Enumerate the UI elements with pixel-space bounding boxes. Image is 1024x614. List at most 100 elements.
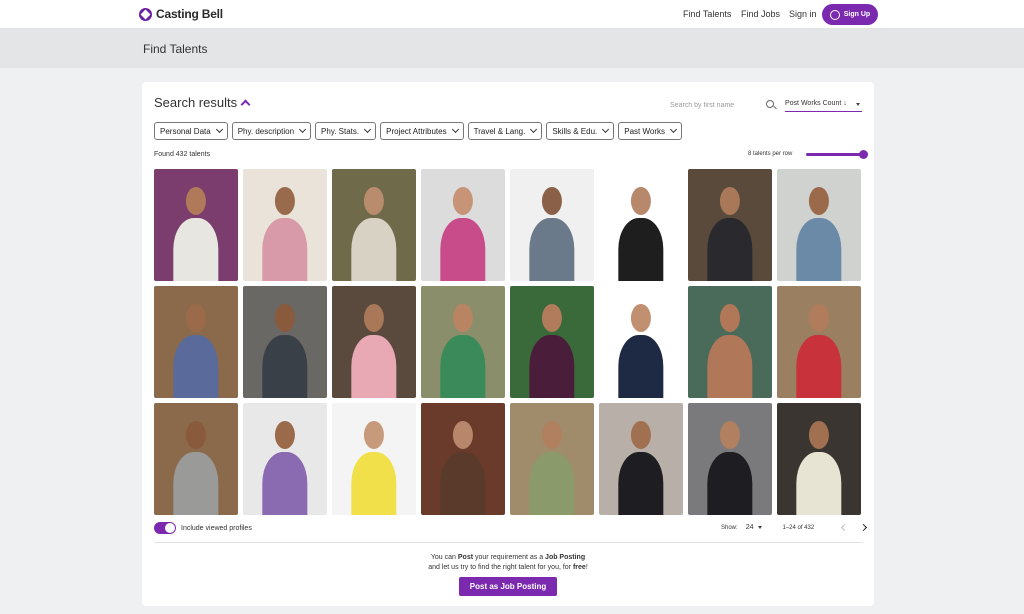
nav-find-jobs[interactable]: Find Jobs bbox=[741, 9, 780, 19]
person-figure bbox=[707, 335, 753, 398]
talent-photo-card[interactable] bbox=[332, 403, 416, 515]
filter-label: Past Works bbox=[624, 126, 665, 136]
sort-select[interactable]: Post Works Count ↓ bbox=[785, 98, 862, 112]
chevron-down-icon bbox=[298, 125, 307, 134]
talent-photo-card[interactable] bbox=[243, 169, 327, 281]
divider bbox=[154, 542, 863, 543]
person-figure bbox=[618, 452, 664, 515]
chevron-down-icon bbox=[669, 125, 678, 134]
search-results-title: Search results bbox=[154, 95, 238, 110]
talent-photo-card[interactable] bbox=[777, 169, 861, 281]
page-title: Find Talents bbox=[143, 42, 208, 56]
person-head bbox=[719, 303, 741, 332]
filter-dropdown[interactable]: Past Works bbox=[618, 122, 682, 140]
talent-photo-card[interactable] bbox=[599, 169, 683, 281]
filter-dropdown[interactable]: Project Attributes bbox=[380, 122, 464, 140]
search-icon[interactable] bbox=[766, 100, 774, 108]
page-size-select[interactable]: 24 bbox=[746, 524, 763, 531]
talent-photo-card[interactable] bbox=[243, 286, 327, 398]
talent-photo-card[interactable] bbox=[777, 286, 861, 398]
post-as-job-posting-button[interactable]: Post as Job Posting bbox=[459, 577, 557, 596]
prompt-text: your requirement as a bbox=[473, 554, 546, 561]
chevron-down-icon bbox=[451, 125, 459, 134]
filter-dropdown[interactable]: Travel & Lang. bbox=[467, 122, 543, 140]
talent-photo-card[interactable] bbox=[510, 403, 594, 515]
talent-photo-card[interactable] bbox=[421, 403, 505, 515]
talent-photo-card[interactable] bbox=[688, 286, 772, 398]
person-figure bbox=[440, 218, 486, 281]
person-head bbox=[630, 186, 652, 215]
person-figure bbox=[796, 218, 842, 281]
person-figure bbox=[529, 218, 575, 281]
talent-photo-card[interactable] bbox=[154, 403, 238, 515]
talent-photo-card[interactable] bbox=[421, 169, 505, 281]
filter-dropdown[interactable]: Phy. Stats. bbox=[315, 122, 377, 140]
talent-photo-card[interactable] bbox=[154, 169, 238, 281]
talent-photo-card[interactable] bbox=[777, 403, 861, 515]
talent-photo-card[interactable] bbox=[332, 286, 416, 398]
caret-down-icon bbox=[758, 526, 763, 529]
person-figure bbox=[262, 218, 308, 281]
talent-photo-card[interactable] bbox=[688, 169, 772, 281]
talent-photo-card[interactable] bbox=[599, 403, 683, 515]
user-icon bbox=[829, 9, 840, 20]
pagination: Show: 24 1–24 of 432 bbox=[721, 523, 868, 532]
talent-photo-card[interactable] bbox=[421, 286, 505, 398]
person-head bbox=[274, 420, 296, 449]
talent-photo-card[interactable] bbox=[332, 169, 416, 281]
filter-dropdown[interactable]: Phy. description bbox=[231, 122, 312, 140]
previous-page-icon[interactable] bbox=[841, 523, 849, 532]
talents-per-row-slider[interactable] bbox=[806, 150, 868, 159]
person-head bbox=[452, 303, 474, 332]
talents-per-row-label: 8 talents per row bbox=[748, 151, 793, 157]
include-viewed-toggle[interactable] bbox=[154, 522, 176, 534]
filter-label: Travel & Lang. bbox=[473, 126, 526, 136]
toggle-knob bbox=[165, 523, 175, 533]
page-range: 1–24 of 432 bbox=[782, 524, 815, 531]
chevron-down-icon bbox=[530, 125, 538, 134]
chevron-down-icon bbox=[602, 125, 610, 134]
slider-thumb[interactable] bbox=[859, 150, 868, 159]
filter-dropdown[interactable]: Skills & Edu. bbox=[546, 122, 615, 140]
person-head bbox=[274, 186, 296, 215]
talent-photo-card[interactable] bbox=[510, 169, 594, 281]
person-figure bbox=[173, 335, 219, 398]
person-figure bbox=[173, 218, 219, 281]
next-page-icon[interactable] bbox=[860, 523, 868, 532]
search-input[interactable] bbox=[670, 98, 760, 112]
filter-label: Phy. Stats. bbox=[321, 126, 360, 136]
casting-bell-logo-icon bbox=[139, 7, 152, 21]
caret-down-icon bbox=[856, 103, 860, 106]
person-head bbox=[452, 420, 474, 449]
person-figure bbox=[440, 335, 486, 398]
filter-label: Phy. description bbox=[237, 126, 295, 136]
nav-sign-in[interactable]: Sign in bbox=[789, 9, 817, 19]
talent-photo-card[interactable] bbox=[688, 403, 772, 515]
prompt-text: ! bbox=[585, 564, 588, 571]
sign-up-button[interactable]: Sign Up bbox=[822, 4, 878, 25]
person-figure bbox=[351, 335, 397, 398]
person-head bbox=[541, 420, 563, 449]
talent-photo-card[interactable] bbox=[243, 403, 327, 515]
prompt-line-2: and let us try to find the right talent … bbox=[142, 563, 874, 573]
person-figure bbox=[796, 452, 842, 515]
person-figure bbox=[173, 452, 219, 515]
chevron-down-icon bbox=[215, 125, 223, 134]
talent-photo-card[interactable] bbox=[510, 286, 594, 398]
brand-logo[interactable]: Casting Bell bbox=[139, 7, 223, 21]
person-head bbox=[363, 186, 385, 215]
person-head bbox=[185, 303, 207, 332]
person-figure bbox=[796, 335, 842, 398]
nav-find-talents[interactable]: Find Talents bbox=[683, 9, 731, 19]
chevron-up-icon[interactable] bbox=[240, 99, 251, 110]
filter-dropdown[interactable]: Personal Data bbox=[154, 122, 228, 140]
search-results-header[interactable]: Search results bbox=[154, 95, 251, 110]
person-head bbox=[363, 420, 385, 449]
talent-photo-card[interactable] bbox=[154, 286, 238, 398]
person-figure bbox=[618, 218, 664, 281]
talent-photo-card[interactable] bbox=[599, 286, 683, 398]
person-figure bbox=[440, 452, 486, 515]
prompt-bold-post: Post bbox=[457, 554, 474, 561]
person-head bbox=[808, 420, 830, 449]
show-label: Show: bbox=[721, 524, 738, 531]
